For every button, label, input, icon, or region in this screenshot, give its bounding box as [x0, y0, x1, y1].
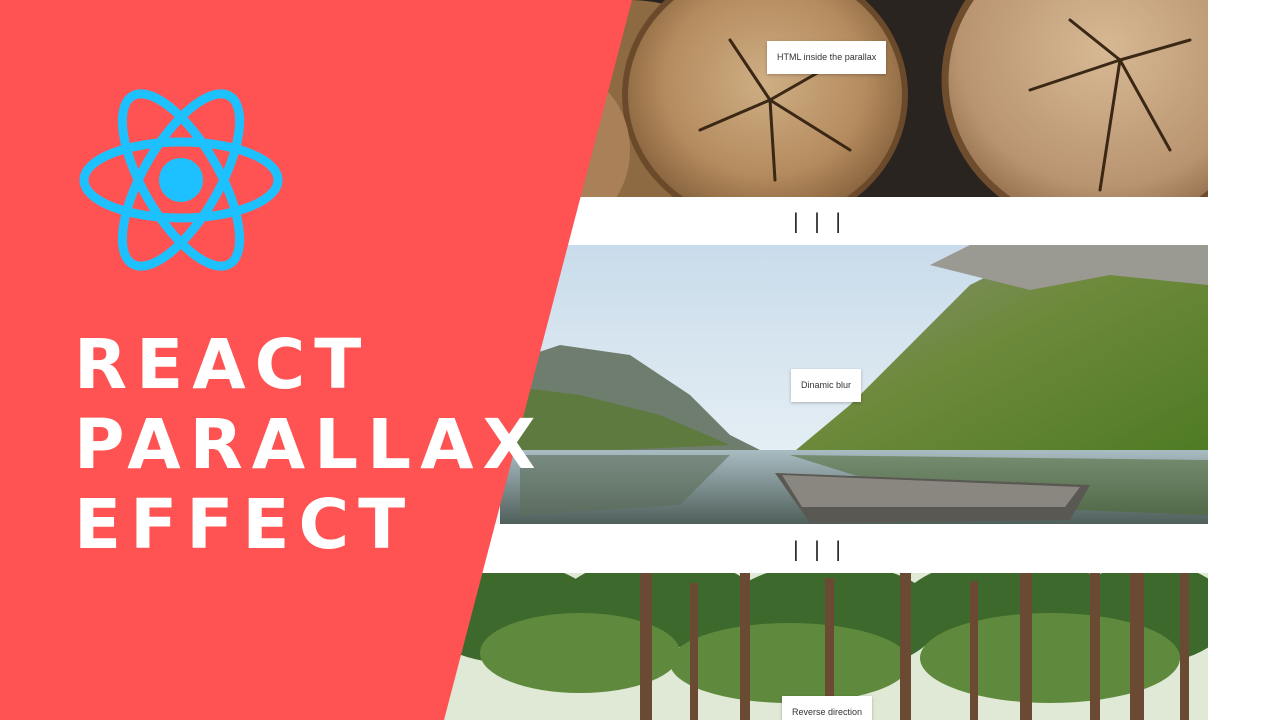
banner-content: REACT PARALLAX EFFECT	[0, 0, 640, 720]
title-line-react: REACT	[74, 325, 371, 405]
banner-title: REACT PARALLAX EFFECT	[74, 325, 545, 565]
react-atom-icon	[79, 89, 283, 271]
thumbnail-stage: HTML inside the parallax | | | Dinamic b…	[0, 0, 1280, 720]
caption-reverse-direction: Reverse direction	[782, 696, 873, 720]
title-line-parallax: PARALLAX	[74, 405, 545, 485]
caption-dynamic-blur: Dinamic blur	[791, 369, 862, 402]
title-line-effect: EFFECT	[74, 485, 415, 565]
caption-html-inside: HTML inside the parallax	[767, 41, 887, 74]
